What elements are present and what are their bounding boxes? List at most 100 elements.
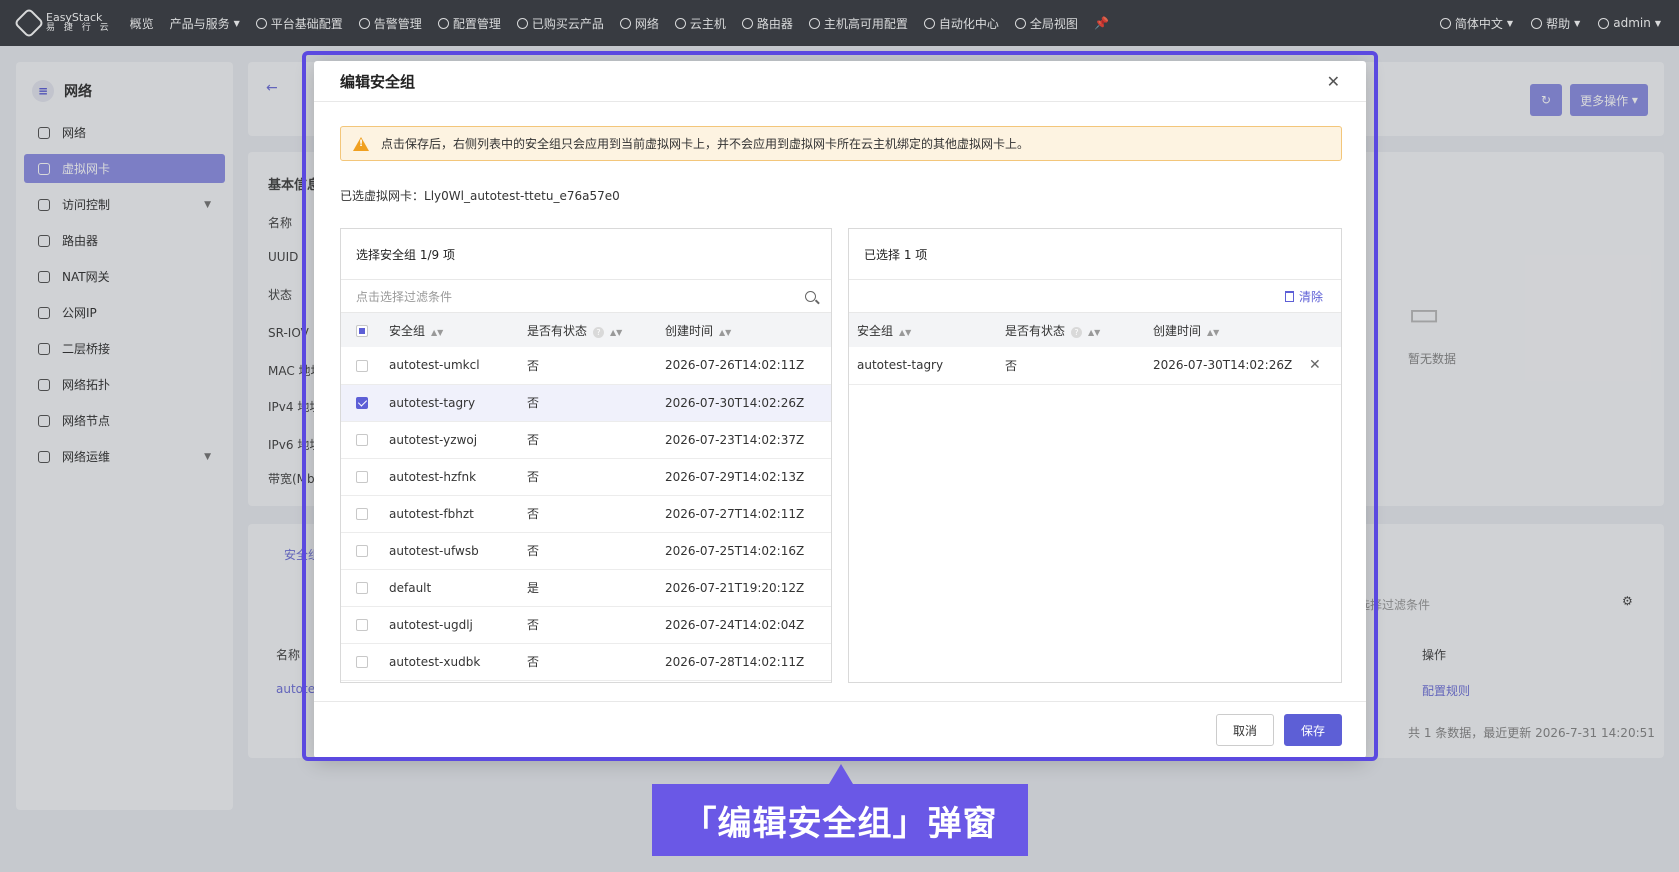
- created-cell: 2026-07-21T19:20:12Z: [657, 569, 831, 607]
- user-menu[interactable]: admin ▼: [1598, 16, 1661, 30]
- easystack-logo[interactable]: EasyStack 易 捷 行 云: [13, 7, 112, 39]
- table-row[interactable]: autotest-ugdlj 否 2026-07-24T14:02:04Z: [341, 606, 831, 644]
- menu-icon[interactable]: ≡: [32, 80, 54, 102]
- row-checkbox[interactable]: [356, 545, 368, 557]
- sidebar-item-network[interactable]: 网络: [24, 118, 225, 147]
- row-checkbox[interactable]: [356, 397, 368, 409]
- nav-automation[interactable]: 自动化中心: [923, 15, 999, 32]
- trash-icon: [1284, 290, 1294, 302]
- table-row[interactable]: default 是 2026-07-21T19:20:12Z: [341, 569, 831, 607]
- sort-icon[interactable]: ▲▼: [1088, 328, 1100, 337]
- sort-icon[interactable]: ▲▼: [431, 328, 443, 337]
- sidebar-item-l2-bridge[interactable]: 二层桥接: [24, 334, 225, 363]
- table-row[interactable]: autotest-tagry 否 2026-07-30T14:02:26Z: [341, 384, 831, 422]
- sort-icon[interactable]: ▲▼: [899, 328, 911, 337]
- basic-info-title: 基本信息: [268, 178, 321, 193]
- cancel-button[interactable]: 取消: [1215, 714, 1274, 746]
- group-name-cell: autotest-fbhzt: [381, 495, 519, 533]
- modal-footer: 取消 保存: [314, 701, 1366, 758]
- main-nav: 概览 产品与服务 ▼ 平台基础配置 告警管理 配置管理 已购买云产品 网络 云主机…: [130, 15, 1109, 32]
- nav-router[interactable]: 路由器: [741, 15, 793, 32]
- config-rules-link[interactable]: 配置规则: [1422, 682, 1470, 699]
- search-icon[interactable]: [805, 290, 816, 302]
- nav-overview[interactable]: 概览: [130, 15, 154, 32]
- table-row[interactable]: autotest-yzwoj 否 2026-07-23T14:02:37Z: [341, 421, 831, 459]
- row-checkbox[interactable]: [356, 471, 368, 483]
- table-row[interactable]: autotest-umkcl 否 2026-07-26T14:02:11Z: [341, 347, 831, 385]
- table-row[interactable]: autotest-ufwsb 否 2026-07-25T14:02:16Z: [341, 532, 831, 570]
- nav-network[interactable]: 网络: [619, 15, 659, 32]
- bridge-icon: [38, 342, 50, 355]
- created-cell: 2026-07-25T14:02:16Z: [657, 532, 831, 570]
- filter-input[interactable]: 选择过滤条件: [1358, 596, 1430, 613]
- clear-button[interactable]: 清除: [849, 280, 1341, 313]
- save-button[interactable]: 保存: [1283, 714, 1342, 746]
- selected-groups-table: 安全组 ▲▼ 是否有状态? ▲▼ 创建时间 ▲▼ autotest-tagry 否 202…: [849, 313, 1341, 385]
- back-arrow-icon[interactable]: ←: [266, 80, 278, 96]
- group-name-cell: autotest-yzwoj: [381, 421, 519, 459]
- nav-ha-config[interactable]: 主机高可用配置: [808, 15, 908, 32]
- topology-icon: [38, 378, 50, 391]
- settings-gear-icon[interactable]: ⚙: [1622, 594, 1633, 608]
- stateful-cell: 否: [519, 458, 657, 496]
- logo-subtitle: 易 捷 行 云: [46, 23, 112, 33]
- stateful-cell: 否: [519, 495, 657, 533]
- globe-icon: [1014, 17, 1026, 29]
- nav-products[interactable]: 产品与服务 ▼: [170, 15, 240, 32]
- gear-icon: [255, 17, 267, 29]
- group-name-cell: autotest-ugdlj: [381, 606, 519, 644]
- chevron-down-icon: ▼: [204, 451, 211, 462]
- nav-vm[interactable]: 云主机: [674, 15, 726, 32]
- sort-icon[interactable]: ▲▼: [1207, 328, 1219, 337]
- remove-icon[interactable]: ✕: [1309, 357, 1321, 373]
- sidebar-item-virtual-nic[interactable]: 虚拟网卡: [24, 154, 225, 183]
- alert-text: 点击保存后，右侧列表中的安全组只会应用到当前虚拟网卡上，并不会应用到虚拟网卡所在…: [381, 137, 1030, 151]
- router-icon: [741, 17, 753, 29]
- more-actions-button[interactable]: 更多操作 ▾: [1570, 84, 1648, 116]
- sidebar-item-nat[interactable]: NAT网关: [24, 262, 225, 291]
- field-name: 名称: [268, 216, 293, 230]
- row-checkbox[interactable]: [356, 359, 368, 372]
- available-groups-panel: 选择安全组 1/9 项 点击选择过滤条件 安全组 ▲▼ 是否有状态? ▲▼ 创建时间…: [340, 228, 832, 683]
- nav-alarm[interactable]: 告警管理: [358, 15, 422, 32]
- field-uuid: UUID: [268, 250, 299, 264]
- sidebar-item-access-control[interactable]: 访问控制 ▼: [24, 190, 225, 219]
- row-checkbox[interactable]: [356, 619, 368, 631]
- empty-text: 暂无数据: [1408, 352, 1457, 366]
- table-row[interactable]: autotest-fbhzt 否 2026-07-27T14:02:11Z: [341, 495, 831, 533]
- table-row[interactable]: autotest-hzfnk 否 2026-07-29T14:02:13Z: [341, 458, 831, 496]
- help-icon[interactable]: ?: [1071, 326, 1083, 338]
- group-name-cell: autotest-umkcl: [381, 347, 519, 385]
- selected-groups-panel: 已选择 1 项 清除 安全组 ▲▼ 是否有状态? ▲▼ 创建时间 ▲▼ autotes…: [848, 228, 1342, 683]
- callout-arrow: [829, 764, 853, 784]
- row-checkbox[interactable]: [356, 582, 368, 594]
- filter-search-input[interactable]: 点击选择过滤条件: [341, 280, 831, 313]
- select-all-checkbox[interactable]: [356, 324, 368, 337]
- pin-icon[interactable]: 📌: [1094, 16, 1109, 30]
- created-cell: 2026-07-29T14:02:13Z: [657, 458, 831, 496]
- help-icon[interactable]: ?: [593, 326, 605, 338]
- row-checkbox[interactable]: [356, 508, 368, 520]
- host-icon: [808, 17, 820, 29]
- close-icon[interactable]: ✕: [1327, 72, 1340, 91]
- nav-purchased[interactable]: 已购买云产品: [516, 15, 604, 32]
- sidebar-item-network-node[interactable]: 网络节点: [24, 406, 225, 435]
- sort-icon[interactable]: ▲▼: [719, 328, 731, 337]
- list-icon: [516, 17, 528, 29]
- row-checkbox[interactable]: [356, 434, 368, 446]
- created-cell: 2026-07-30T14:02:26Z: [1145, 347, 1301, 385]
- sidebar-item-public-ip[interactable]: 公网IP: [24, 298, 225, 327]
- sidebar-item-topology[interactable]: 网络拓扑: [24, 370, 225, 399]
- nav-config-mgmt[interactable]: 配置管理: [437, 15, 501, 32]
- help-menu[interactable]: 帮助 ▼: [1531, 15, 1580, 32]
- nav-platform-config[interactable]: 平台基础配置: [255, 15, 343, 32]
- sidebar-item-network-ops[interactable]: 网络运维 ▼: [24, 442, 225, 471]
- row-checkbox[interactable]: [356, 656, 368, 668]
- nav-global-view[interactable]: 全局视图: [1014, 15, 1078, 32]
- user-icon: [1598, 17, 1610, 29]
- language-selector[interactable]: 简体中文 ▼: [1439, 15, 1513, 32]
- refresh-button[interactable]: ↻: [1530, 84, 1562, 116]
- sort-icon[interactable]: ▲▼: [610, 328, 622, 337]
- table-row[interactable]: autotest-xudbk 否 2026-07-28T14:02:11Z: [341, 643, 831, 681]
- sidebar-item-router[interactable]: 路由器: [24, 226, 225, 255]
